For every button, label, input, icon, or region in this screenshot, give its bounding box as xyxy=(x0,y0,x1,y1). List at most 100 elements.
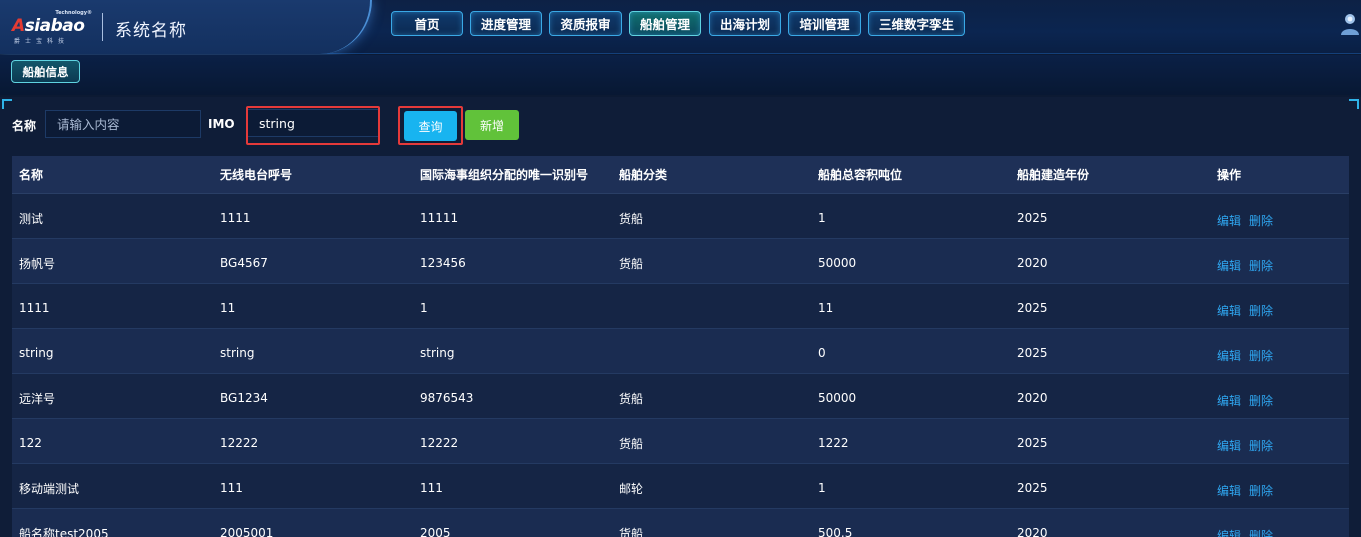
column-header: 船舶建造年份 xyxy=(1017,168,1090,182)
column-header: 名称 xyxy=(19,168,44,182)
cell-name: 122 xyxy=(19,436,42,450)
cell-build-year: 2025 xyxy=(1017,436,1048,450)
column-header: 操作 xyxy=(1217,168,1242,182)
cell-category: 货船 xyxy=(619,211,644,226)
cell-category: 货船 xyxy=(619,391,644,406)
top-header: Technology® Asiabao 爵士宝科技 系统名称 首页 进度管理 资… xyxy=(0,0,1361,54)
logo-word: Asiabao xyxy=(12,16,85,36)
edit-link[interactable]: 编辑 xyxy=(1217,527,1241,537)
cell-category xyxy=(612,349,811,353)
cell-build-year: 2025 xyxy=(1017,301,1048,315)
row-actions: 编辑 删除 xyxy=(1210,428,1349,454)
edit-link[interactable]: 编辑 xyxy=(1217,212,1241,229)
cell-category: 货船 xyxy=(619,256,644,271)
column-header: 国际海事组织分配的唯一识别号 xyxy=(420,168,589,182)
cell-name: 移动端测试 xyxy=(19,481,80,496)
cell-imo: 123456 xyxy=(420,256,466,270)
name-search-input[interactable] xyxy=(45,110,201,138)
panel-corner-decoration xyxy=(2,99,12,109)
add-button[interactable]: 新增 xyxy=(465,110,519,140)
ship-table: 名称 无线电台呼号 国际海事组织分配的唯一识别号 船舶分类 船舶总容积吨位 船舶… xyxy=(12,156,1349,537)
cell-callsign: 12222 xyxy=(220,436,259,450)
delete-link[interactable]: 删除 xyxy=(1249,392,1273,409)
name-label: 名称 xyxy=(12,119,37,133)
nav-ship-management[interactable]: 船舶管理 xyxy=(629,11,701,36)
edit-link[interactable]: 编辑 xyxy=(1217,482,1241,499)
cell-name: string xyxy=(19,346,54,360)
nav-qualification[interactable]: 资质报审 xyxy=(549,11,622,36)
table-row: 远洋号 BG1234 9876543 货船 50000 2020 编辑 删除 xyxy=(12,374,1349,419)
cell-build-year: 2020 xyxy=(1017,526,1048,537)
cell-category: 货船 xyxy=(619,436,644,451)
cell-category xyxy=(612,304,811,308)
cell-name: 扬帆号 xyxy=(19,256,56,271)
logo-divider xyxy=(102,13,103,41)
nav-training[interactable]: 培训管理 xyxy=(788,11,861,36)
table-row: 122 12222 12222 货船 1222 2025 编辑 删除 xyxy=(12,419,1349,464)
cell-category: 货船 xyxy=(619,526,644,537)
cell-callsign: string xyxy=(220,346,255,360)
row-actions: 编辑 删除 xyxy=(1210,518,1349,537)
cell-imo: 9876543 xyxy=(420,391,474,405)
cell-build-year: 2020 xyxy=(1017,256,1048,270)
cell-tonnage: 1222 xyxy=(818,436,849,450)
cell-build-year: 2025 xyxy=(1017,211,1048,225)
cell-category: 邮轮 xyxy=(619,481,644,496)
nav-home[interactable]: 首页 xyxy=(391,11,463,36)
cell-imo: 12222 xyxy=(420,436,459,450)
row-actions: 编辑 删除 xyxy=(1210,338,1349,364)
breadcrumb-bar: 船舶信息 xyxy=(0,55,1361,95)
logo-subtext: 爵士宝科技 xyxy=(14,38,70,45)
edit-link[interactable]: 编辑 xyxy=(1217,257,1241,274)
delete-link[interactable]: 删除 xyxy=(1249,482,1273,499)
cell-imo: 11111 xyxy=(420,211,459,225)
cell-imo: 2005 xyxy=(420,526,451,537)
cell-callsign: 111 xyxy=(220,481,243,495)
table-row: string string string 0 2025 编辑 删除 xyxy=(12,329,1349,374)
company-logo: Technology® Asiabao 爵士宝科技 xyxy=(12,10,92,45)
edit-link[interactable]: 编辑 xyxy=(1217,302,1241,319)
delete-link[interactable]: 删除 xyxy=(1249,212,1273,229)
cell-tonnage: 500.5 xyxy=(818,526,853,537)
breadcrumb-tag-ship-info[interactable]: 船舶信息 xyxy=(11,60,80,83)
brand-area: Technology® Asiabao 爵士宝科技 系统名称 xyxy=(0,0,372,54)
nav-digital-twin[interactable]: 三维数字孪生 xyxy=(868,11,965,36)
delete-link[interactable]: 删除 xyxy=(1249,347,1273,364)
table-header: 名称 无线电台呼号 国际海事组织分配的唯一识别号 船舶分类 船舶总容积吨位 船舶… xyxy=(12,156,1349,194)
table-row: 测试 1111 11111 货船 1 2025 编辑 删除 xyxy=(12,194,1349,239)
edit-link[interactable]: 编辑 xyxy=(1217,347,1241,364)
table-row: 1111 11 1 11 2025 编辑 删除 xyxy=(12,284,1349,329)
delete-link[interactable]: 删除 xyxy=(1249,527,1273,537)
cell-imo: string xyxy=(420,346,455,360)
column-header: 船舶分类 xyxy=(619,168,668,182)
main-panel: 名称 IMO 查询 新增 名称 无线电台呼号 国际海事组织分配的唯一识别号 船舶… xyxy=(0,97,1361,537)
edit-link[interactable]: 编辑 xyxy=(1217,392,1241,409)
cell-name: 船名称test2005 xyxy=(19,526,109,537)
imo-search-input[interactable] xyxy=(247,109,379,137)
column-header: 无线电台呼号 xyxy=(220,168,293,182)
cell-build-year: 2025 xyxy=(1017,481,1048,495)
cell-callsign: 2005001 xyxy=(220,526,274,537)
row-actions: 编辑 删除 xyxy=(1210,383,1349,409)
cell-build-year: 2020 xyxy=(1017,391,1048,405)
logo-letter-a: A xyxy=(12,16,25,36)
nav-voyage-plan[interactable]: 出海计划 xyxy=(709,11,781,36)
delete-link[interactable]: 删除 xyxy=(1249,257,1273,274)
panel-corner-decoration xyxy=(1349,99,1359,109)
imo-label: IMO xyxy=(208,117,235,131)
delete-link[interactable]: 删除 xyxy=(1249,302,1273,319)
cell-name: 远洋号 xyxy=(19,391,56,406)
table-row: 扬帆号 BG4567 123456 货船 50000 2020 编辑 删除 xyxy=(12,239,1349,284)
user-icon[interactable] xyxy=(1339,12,1361,36)
delete-link[interactable]: 删除 xyxy=(1249,437,1273,454)
cell-tonnage: 1 xyxy=(818,481,826,495)
nav-progress[interactable]: 进度管理 xyxy=(470,11,542,36)
query-button[interactable]: 查询 xyxy=(404,111,457,141)
edit-link[interactable]: 编辑 xyxy=(1217,437,1241,454)
table-row: 船名称test2005 2005001 2005 货船 500.5 2020 编… xyxy=(12,509,1349,537)
cell-imo: 111 xyxy=(420,481,443,495)
cell-tonnage: 1 xyxy=(818,211,826,225)
cell-tonnage: 50000 xyxy=(818,391,857,405)
cell-tonnage: 0 xyxy=(818,346,826,360)
logo-word-rest: siabao xyxy=(24,16,85,36)
